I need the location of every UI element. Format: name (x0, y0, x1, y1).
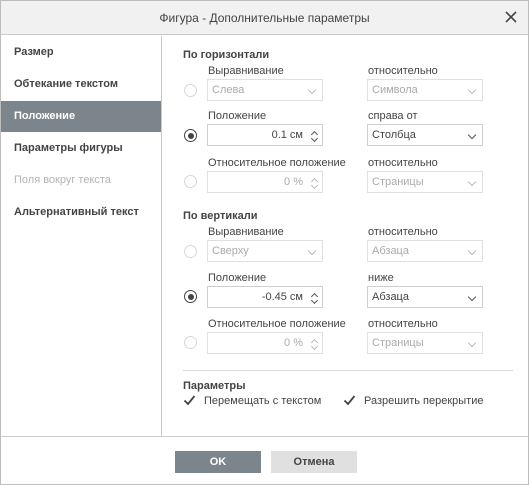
horizontal-position-ref-value: Столбца (372, 129, 416, 141)
vertical-section-title: По вертикали (183, 210, 258, 222)
horizontal-relative-select[interactable]: Символа (367, 79, 483, 101)
sidebar-item-shape-settings[interactable]: Параметры фигуры (1, 133, 161, 164)
checkmark-icon (183, 395, 196, 406)
chevron-down-icon (467, 130, 477, 140)
vertical-alignment-label: Выравнивание (208, 226, 284, 238)
vertical-relpos-ref-select[interactable]: Страницы (367, 332, 483, 354)
chevron-down-icon (467, 246, 477, 256)
vertical-relpos-radio[interactable] (184, 336, 197, 349)
dialog-title: Фигура - Дополнительные параметры (159, 11, 370, 25)
vertical-position-label: Положение (208, 272, 267, 284)
horizontal-position-ref-label: справа от (368, 110, 418, 122)
position-panel: По горизонтали Выравнивание Слева относи… (162, 36, 528, 436)
horizontal-position-stepper[interactable]: 0.1 см (207, 124, 323, 146)
chevron-down-icon (467, 338, 477, 348)
cancel-button[interactable]: Отмена (271, 451, 357, 473)
horizontal-relpos-label: Относительное положение (208, 157, 346, 169)
sidebar-item-text-padding[interactable]: Поля вокруг текста (1, 165, 161, 196)
vertical-relpos-stepper[interactable]: 0 % (207, 332, 323, 354)
chevron-down-icon (307, 85, 317, 95)
sidebar: Размер Обтекание текстом Положение Парам… (1, 36, 162, 436)
vertical-position-ref-select[interactable]: Абзаца (367, 286, 483, 308)
sidebar-item-alt-text[interactable]: Альтернативный текст (1, 197, 161, 228)
sidebar-item-size[interactable]: Размер (1, 37, 161, 68)
chevron-down-icon (467, 292, 477, 302)
vertical-relpos-ref-label: относительно (368, 318, 438, 330)
ok-button[interactable]: OK (175, 451, 261, 473)
chevron-down-icon[interactable] (310, 296, 319, 305)
chevron-down-icon (307, 246, 317, 256)
horizontal-position-value: 0.1 см (271, 129, 303, 141)
chevron-down-icon[interactable] (310, 342, 319, 351)
horizontal-relpos-stepper[interactable]: 0 % (207, 171, 323, 193)
horizontal-relpos-value: 0 % (284, 176, 303, 188)
vertical-position-value: -0.45 см (261, 291, 303, 303)
horizontal-alignment-label: Выравнивание (208, 65, 284, 77)
dialog: Фигура - Дополнительные параметры Размер… (0, 0, 529, 485)
horizontal-alignment-select[interactable]: Слева (207, 79, 323, 101)
horizontal-alignment-value: Слева (212, 84, 245, 96)
horizontal-relpos-ref-select[interactable]: Страницы (367, 171, 483, 193)
allow-overlap-checkbox[interactable] (343, 394, 356, 407)
sidebar-item-position[interactable]: Положение (1, 101, 161, 132)
vertical-relpos-value: 0 % (284, 337, 303, 349)
params-section-title: Параметры (183, 380, 246, 392)
vertical-relative-select[interactable]: Абзаца (367, 240, 483, 262)
horizontal-position-label: Положение (208, 110, 267, 122)
title-bar: Фигура - Дополнительные параметры (1, 1, 528, 35)
horizontal-relpos-radio[interactable] (184, 175, 197, 188)
vertical-position-radio[interactable] (184, 290, 197, 303)
vertical-alignment-radio[interactable] (184, 245, 197, 258)
sidebar-item-text-wrapping[interactable]: Обтекание текстом (1, 69, 161, 100)
chevron-down-icon (467, 85, 477, 95)
horizontal-relpos-ref-label: относительно (368, 157, 438, 169)
vertical-alignment-select[interactable]: Сверху (207, 240, 323, 262)
vertical-alignment-value: Сверху (212, 245, 249, 257)
vertical-relpos-ref-value: Страницы (372, 337, 424, 349)
vertical-position-ref-value: Абзаца (372, 291, 409, 303)
move-with-text-label[interactable]: Перемещать с текстом (204, 395, 321, 407)
horizontal-position-radio[interactable] (184, 129, 197, 142)
horizontal-relative-value: Символа (372, 84, 418, 96)
chevron-down-icon[interactable] (310, 134, 319, 143)
horizontal-relative-label: относительно (368, 65, 438, 77)
horizontal-relpos-ref-value: Страницы (372, 176, 424, 188)
horizontal-section-title: По горизонтали (183, 49, 270, 61)
horizontal-position-ref-select[interactable]: Столбца (367, 124, 483, 146)
chevron-down-icon[interactable] (310, 181, 319, 190)
vertical-relpos-label: Относительное положение (208, 318, 346, 330)
vertical-relative-label: относительно (368, 226, 438, 238)
footer: OK Отмена (1, 436, 528, 484)
vertical-relative-value: Абзаца (372, 245, 409, 257)
move-with-text-checkbox[interactable] (183, 394, 196, 407)
vertical-position-stepper[interactable]: -0.45 см (207, 286, 323, 308)
close-icon[interactable] (504, 10, 518, 24)
horizontal-alignment-radio[interactable] (184, 84, 197, 97)
vertical-position-ref-label: ниже (368, 272, 394, 284)
checkmark-icon (343, 395, 356, 406)
divider (183, 370, 513, 371)
allow-overlap-label[interactable]: Разрешить перекрытие (364, 395, 484, 407)
chevron-down-icon (467, 177, 477, 187)
